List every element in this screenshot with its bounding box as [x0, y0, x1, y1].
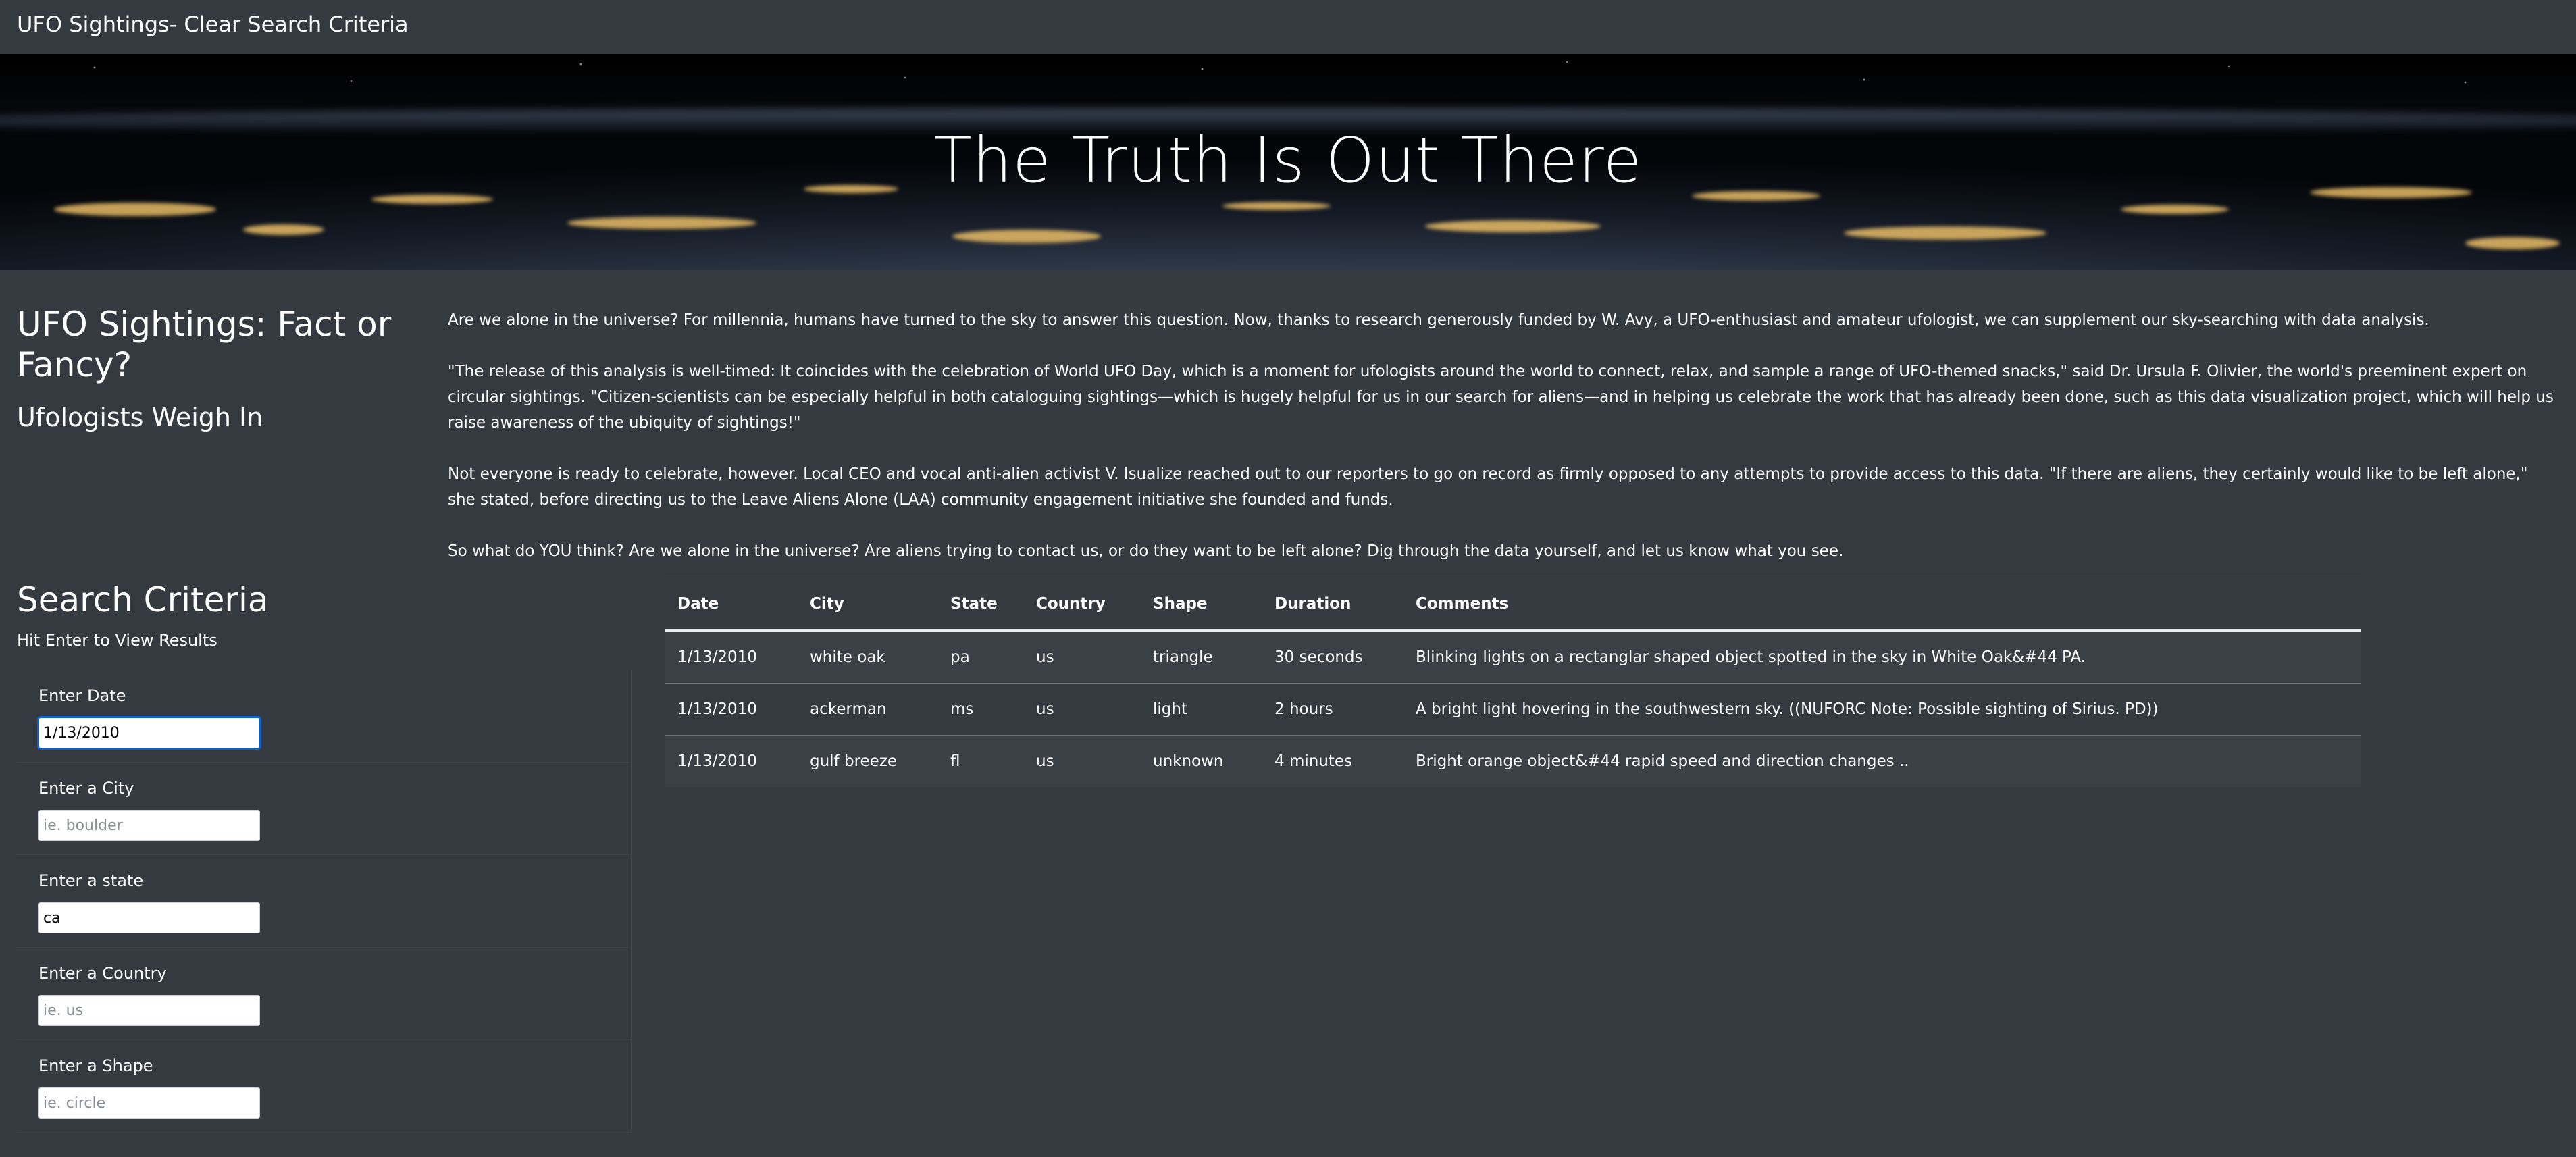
article-paragraph: "The release of this analysis is well-ti… [448, 363, 2554, 432]
column-header-duration: Duration [1262, 577, 1403, 632]
table-row: 1/13/2010 ackerman ms us light 2 hours A… [665, 683, 2361, 736]
filter-shape-label: Enter a Shape [38, 1056, 153, 1075]
cell-city: gulf breeze [810, 752, 898, 770]
cell-date: 1/13/2010 [677, 752, 757, 770]
column-header-state: State [937, 577, 1023, 632]
article-paragraph: Not everyone is ready to celebrate, howe… [448, 465, 2528, 509]
shape-input[interactable] [38, 1087, 260, 1119]
country-input[interactable] [38, 995, 260, 1026]
article-paragraph: So what do YOU think? Are we alone in th… [448, 542, 1844, 560]
filter-shape: Enter a Shape [17, 1040, 632, 1133]
cell-date: 1/13/2010 [665, 683, 797, 736]
city-input[interactable] [38, 810, 260, 841]
ufo-table-container: Date City State Country Shape Duration C… [665, 577, 2361, 787]
column-header-country: Country [1023, 577, 1140, 632]
cell-state: fl [950, 752, 960, 770]
table-header-row: Date City State Country Shape Duration C… [665, 577, 2361, 632]
cell-shape: unknown [1153, 752, 1224, 770]
filter-city: Enter a City [17, 763, 632, 855]
hero-banner: The Truth Is Out There [0, 54, 2576, 270]
cell-city: ackerman [797, 683, 937, 736]
ufo-table: Date City State Country Shape Duration C… [665, 577, 2361, 787]
table-row: 1/13/2010 white oak pa us triangle 30 se… [665, 630, 2361, 684]
cell-date: 1/13/2010 [665, 630, 797, 684]
article-subtitle: Ufologists Weigh In [17, 403, 263, 432]
navbar-brand-link[interactable]: UFO Sightings- Clear Search Criteria [17, 11, 409, 38]
cell-country: us [1036, 752, 1054, 770]
cell-country: us [1023, 630, 1140, 684]
cell-duration: 30 seconds [1262, 630, 1403, 684]
article-body: Are we alone in the universe? For millen… [448, 307, 2555, 590]
column-header-comments: Comments [1403, 577, 2361, 632]
filter-country: Enter a Country [17, 948, 632, 1040]
article-title: UFO Sightings: Fact or Fancy? [17, 305, 392, 384]
cell-comments: Blinking lights on a rectanglar shaped o… [1403, 630, 2361, 684]
hero-title: The Truth Is Out There [933, 124, 1643, 197]
column-header-date: Date [665, 577, 797, 632]
filter-country-label: Enter a Country [38, 964, 167, 983]
cell-duration: 2 hours [1262, 683, 1403, 736]
filter-city-label: Enter a City [38, 779, 134, 798]
column-header-city: City [797, 577, 937, 632]
cell-state: ms [937, 683, 1023, 736]
search-criteria-title: Search Criteria [17, 580, 269, 619]
filters-list: Enter Date Enter a City Enter a state En… [17, 670, 632, 1133]
filter-date: Enter Date [17, 670, 632, 763]
cell-comments: Bright orange object&#44 rapid speed and… [1416, 752, 1909, 770]
cell-city: white oak [797, 630, 937, 684]
column-header-shape: Shape [1140, 577, 1262, 632]
cell-shape: triangle [1140, 630, 1262, 684]
cell-country: us [1023, 683, 1140, 736]
state-input[interactable] [38, 902, 260, 933]
navbar: UFO Sightings- Clear Search Criteria [0, 0, 2576, 54]
filter-date-label: Enter Date [38, 686, 126, 705]
cell-duration: 4 minutes [1274, 752, 1353, 770]
search-hint: Hit Enter to View Results [17, 631, 217, 650]
article-paragraph: Are we alone in the universe? For millen… [448, 311, 2429, 329]
date-input[interactable] [37, 716, 261, 750]
filter-state: Enter a state [17, 855, 632, 948]
table-row: 1/13/2010 gulf breeze fl us unknown 4 mi… [665, 735, 2361, 787]
cell-shape: light [1140, 683, 1262, 736]
cell-comments: A bright light hovering in the southwest… [1403, 683, 2361, 736]
cell-state: pa [937, 630, 1023, 684]
filter-state-label: Enter a state [38, 871, 144, 890]
